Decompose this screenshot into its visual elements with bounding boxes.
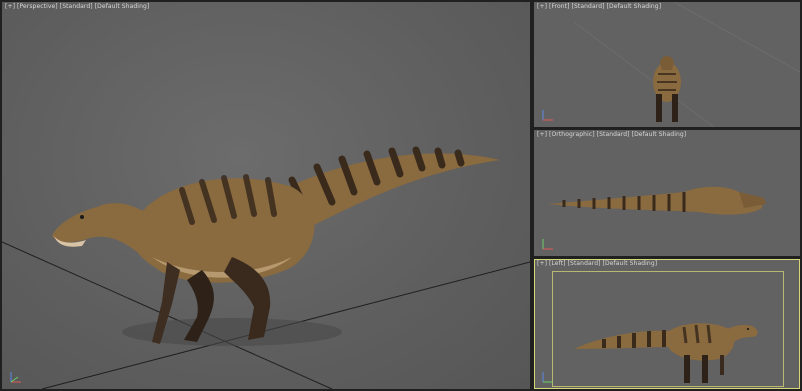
top-scene xyxy=(548,186,766,215)
viewport-label-perspective[interactable]: [+] [Perspective] [Standard] [Default Sh… xyxy=(5,3,149,11)
front-scene xyxy=(573,2,800,127)
left-scene xyxy=(574,323,758,383)
viewport-top[interactable]: [+] [Orthographic] [Standard] [Default S… xyxy=(534,130,800,256)
viewport-label-top[interactable]: [+] [Orthographic] [Standard] [Default S… xyxy=(537,131,686,139)
axis-tripod-icon xyxy=(542,372,553,383)
viewport-left[interactable]: [+] [Left] [Standard] [Default Shading] xyxy=(534,259,800,389)
hadrosaur-front-model[interactable] xyxy=(653,56,681,122)
axis-tripod-icon xyxy=(542,110,553,121)
viewport-label-front[interactable]: [+] [Front] [Standard] [Default Shading] xyxy=(537,3,661,11)
viewport-front[interactable]: [+] [Front] [Standard] [Default Shading] xyxy=(534,2,800,127)
viewport-label-left[interactable]: [+] [Left] [Standard] [Default Shading] xyxy=(537,260,657,268)
hadrosaur-side-model[interactable] xyxy=(574,323,758,383)
viewport-perspective[interactable]: [+] [Perspective] [Standard] [Default Sh… xyxy=(2,2,530,389)
hadrosaur-model[interactable] xyxy=(52,146,500,344)
hadrosaur-top-model[interactable] xyxy=(548,186,766,215)
axis-tripod-icon xyxy=(542,239,553,250)
axis-tripod-icon xyxy=(10,372,21,383)
perspective-scene xyxy=(2,146,530,389)
